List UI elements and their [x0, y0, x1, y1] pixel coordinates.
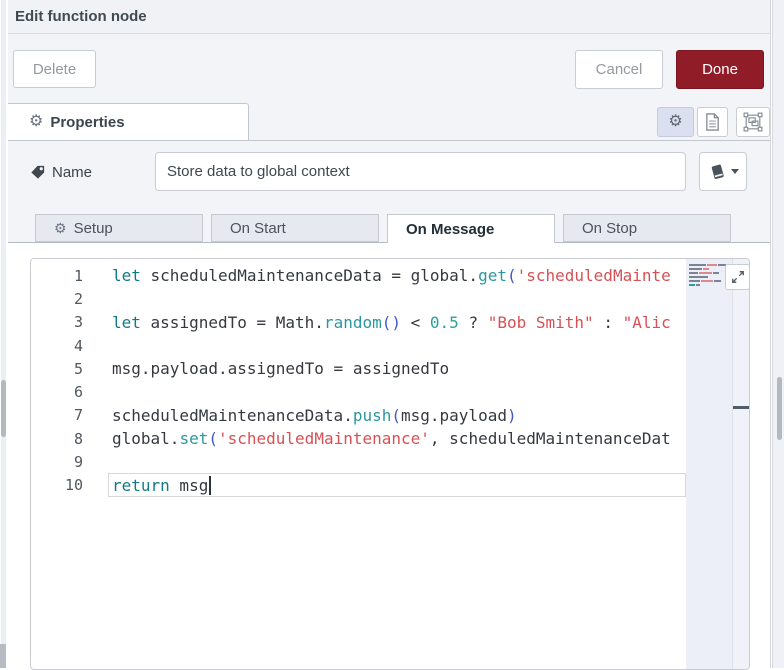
description-view-button[interactable] [697, 107, 728, 137]
document-icon [706, 113, 719, 131]
line-number: 10 [64, 476, 83, 495]
code-line[interactable]: 2 [31, 287, 749, 310]
code-text: let scheduledMaintenanceData = global.ge… [112, 266, 671, 286]
text-cursor [209, 475, 211, 495]
chevron-down-icon [730, 169, 739, 174]
gear-icon: ⚙ [668, 113, 683, 130]
line-number: 9 [73, 453, 83, 472]
tab-on-stop[interactable]: On Stop [563, 214, 731, 242]
code-text: return msg [112, 475, 209, 495]
code-line[interactable]: 4 [31, 334, 749, 357]
line-number: 3 [73, 313, 83, 332]
minimap[interactable] [686, 259, 732, 669]
code-line[interactable]: 3 let assignedTo = Math.random() < 0.5 ? … [31, 311, 749, 334]
line-number: 7 [73, 406, 83, 425]
line-number: 5 [73, 359, 83, 378]
name-label: Name [29, 152, 92, 192]
line-number: 4 [73, 336, 83, 355]
dialog-title-bar: Edit function node [8, 0, 770, 34]
left-scrollbar-thumb[interactable] [1, 380, 6, 437]
code-line[interactable]: 7 scheduledMaintenanceData.push(msg.paylo… [31, 404, 749, 427]
code-text: msg.payload.assignedTo = assignedTo [112, 359, 450, 379]
tab-setup[interactable]: ⚙ Setup [35, 214, 203, 242]
code-editor[interactable]: 1 let scheduledMaintenanceData = global.g… [30, 258, 750, 670]
library-button[interactable] [699, 152, 747, 191]
object-group-icon [743, 112, 763, 132]
left-scrollbar-track [1, 0, 6, 668]
code-line[interactable]: 6 [31, 380, 749, 403]
code-line[interactable]: 10 return msg [31, 474, 749, 497]
tab-on-message[interactable]: On Message [387, 214, 555, 243]
code-line[interactable]: 8 global.set('scheduledMaintenance', sche… [31, 427, 749, 450]
line-number: 8 [73, 429, 83, 448]
code-line[interactable]: 5 msg.payload.assignedTo = assignedTo [31, 357, 749, 380]
properties-tab-label: Properties [50, 113, 125, 131]
expand-icon [731, 271, 744, 283]
expand-editor-button[interactable] [725, 264, 749, 290]
code-text: scheduledMaintenanceData.push(msg.payloa… [112, 405, 517, 425]
line-number: 1 [73, 266, 83, 285]
code-text: let assignedTo = Math.random() < 0.5 ? "… [112, 312, 671, 332]
code-line[interactable]: 9 [31, 450, 749, 473]
delete-button[interactable]: Delete [13, 50, 96, 88]
editor-scrollbar-track[interactable] [732, 259, 749, 669]
tag-icon [31, 165, 45, 179]
editor-scrollbar-thumb[interactable] [733, 406, 749, 409]
line-number: 6 [73, 383, 83, 402]
gear-icon: ⚙ [54, 220, 67, 236]
right-scrollbar-thumb[interactable] [777, 377, 782, 440]
tab-properties[interactable]: ⚙ Properties [8, 103, 249, 140]
name-row: Name [8, 152, 770, 192]
line-number: 2 [73, 289, 83, 308]
book-icon [711, 164, 724, 179]
code-lines: 1 let scheduledMaintenanceData = global.g… [31, 264, 749, 497]
gear-icon: ⚙ [29, 113, 44, 130]
properties-view-button[interactable]: ⚙ [657, 107, 694, 137]
properties-tab-bar: ⚙ Properties ⚙ [8, 103, 770, 141]
edit-function-node-dialog: Edit function node Delete Cancel Done ⚙ … [8, 0, 771, 670]
right-edge-panel [772, 0, 784, 668]
function-tab-bar: ⚙ Setup On Start On Message On Stop [8, 214, 770, 243]
editor-section: 1 let scheduledMaintenanceData = global.g… [8, 243, 770, 670]
name-input[interactable] [155, 152, 686, 191]
left-bottom-block [0, 644, 6, 668]
done-button[interactable]: Done [676, 50, 764, 89]
cancel-button[interactable]: Cancel [575, 50, 663, 89]
appearance-view-button[interactable] [736, 107, 770, 137]
tab-on-start[interactable]: On Start [211, 214, 379, 242]
code-line[interactable]: 1 let scheduledMaintenanceData = global.g… [31, 264, 749, 287]
code-text: global.set('scheduledMaintenance', sched… [112, 429, 671, 449]
dialog-title: Edit function node [15, 8, 147, 25]
